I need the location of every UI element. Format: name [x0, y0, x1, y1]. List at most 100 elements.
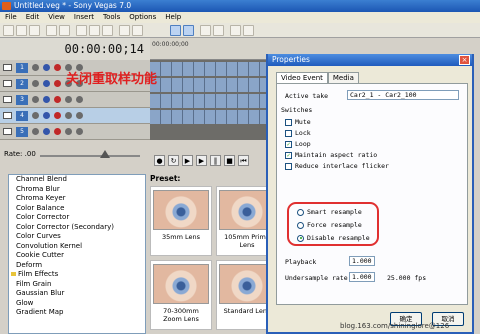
disable-resample-radio-icon[interactable] [297, 234, 304, 242]
timeline[interactable]: 00:00:00;00 [150, 38, 270, 140]
video-event[interactable] [150, 94, 270, 108]
list-item[interactable]: Cookie Cutter [9, 251, 145, 261]
list-item[interactable]: Gaussian Blur [9, 289, 145, 299]
track-motion-icon[interactable] [43, 64, 50, 71]
cut-icon[interactable] [76, 25, 87, 36]
mute-icon[interactable] [65, 96, 72, 103]
track-fx-icon[interactable] [32, 112, 39, 119]
track-motion-icon[interactable] [43, 112, 50, 119]
track-header[interactable]: 3 [0, 92, 150, 108]
loop-playback-icon[interactable]: ↻ [168, 154, 179, 166]
track-header[interactable]: 5 [0, 124, 150, 140]
close-icon[interactable]: × [459, 55, 470, 65]
open-icon[interactable] [16, 25, 27, 36]
video-fx-list[interactable]: Channel Blend Chroma Blur Chroma Keyer Colo… [8, 174, 146, 334]
mute-icon[interactable] [65, 128, 72, 135]
force-resample-radio-icon[interactable] [297, 221, 304, 229]
track-fx-icon[interactable] [32, 128, 39, 135]
list-item[interactable]: Chroma Blur [9, 185, 145, 195]
video-event[interactable] [150, 62, 270, 76]
loop-checkbox[interactable]: ✓ Loop [285, 140, 311, 148]
smart-resample-radio-icon[interactable] [297, 208, 304, 216]
track-motion-icon[interactable] [43, 128, 50, 135]
redo-icon[interactable] [132, 25, 143, 36]
menu-help[interactable]: Help [165, 12, 181, 23]
menu-options[interactable]: Options [129, 12, 156, 23]
save-icon[interactable] [29, 25, 40, 36]
track-composite-icon[interactable] [54, 80, 61, 87]
track-composite-icon[interactable] [54, 112, 61, 119]
menu-view[interactable]: View [48, 12, 65, 23]
rate-slider[interactable] [40, 155, 140, 157]
track-fx-icon[interactable] [32, 64, 39, 71]
video-event[interactable] [150, 78, 270, 92]
track-composite-icon[interactable] [54, 64, 61, 71]
menu-tools[interactable]: Tools [103, 12, 120, 23]
force-resample-radio[interactable]: Force resample [297, 221, 362, 229]
track-fx-icon[interactable] [32, 96, 39, 103]
track-header[interactable]: 4 [0, 108, 150, 124]
video-event[interactable] [150, 110, 270, 124]
list-item[interactable]: Color Balance [9, 204, 145, 214]
track-fx-icon[interactable] [32, 80, 39, 87]
record-icon[interactable]: ● [154, 154, 165, 166]
list-item[interactable]: Chroma Keyer [9, 194, 145, 204]
reduce-flicker-check-icon[interactable] [285, 162, 292, 170]
smart-resample-radio[interactable]: Smart resample [297, 208, 362, 216]
envelope-tool-icon[interactable] [243, 25, 254, 36]
ripple-edit-icon[interactable] [200, 25, 211, 36]
track-motion-icon[interactable] [43, 96, 50, 103]
solo-icon[interactable] [76, 96, 83, 103]
undersample-rate-input[interactable]: 1.000 [349, 272, 375, 282]
dialog-title-bar[interactable]: Properties × [268, 54, 472, 66]
preset-tile[interactable]: 35mm Lens [150, 186, 212, 256]
mute-icon[interactable] [65, 112, 72, 119]
render-icon[interactable] [46, 25, 57, 36]
track-motion-icon[interactable] [43, 80, 50, 87]
solo-icon[interactable] [76, 112, 83, 119]
solo-icon[interactable] [76, 128, 83, 135]
list-item[interactable]: Convolution Kernel [9, 242, 145, 252]
list-item[interactable]: Film Effects [9, 270, 145, 280]
auto-crossfade-icon[interactable] [183, 25, 194, 36]
mute-checkbox[interactable]: Mute [285, 118, 311, 126]
mute-check-icon[interactable] [285, 118, 292, 126]
time-ruler[interactable]: 00:00:00;00 [150, 38, 270, 60]
maintain-aspect-checkbox[interactable]: ✓ Maintain aspect ratio [285, 151, 377, 159]
undo-icon[interactable] [119, 25, 130, 36]
list-item[interactable]: Color Curves [9, 232, 145, 242]
play-from-start-icon[interactable]: ▶ [182, 154, 193, 166]
copy-icon[interactable] [89, 25, 100, 36]
snapping-icon[interactable] [170, 25, 181, 36]
list-item[interactable]: Gradient Map [9, 308, 145, 318]
play-icon[interactable]: ▶ [196, 154, 207, 166]
active-take-select[interactable]: Car2_1 - Car2_100 [347, 90, 459, 100]
normal-edit-tool-icon[interactable] [230, 25, 241, 36]
list-item[interactable]: Color Corrector [9, 213, 145, 223]
menu-file[interactable]: File [5, 12, 17, 23]
menu-edit[interactable]: Edit [26, 12, 40, 23]
loop-check-icon[interactable]: ✓ [285, 140, 292, 148]
pause-icon[interactable]: ‖ [210, 154, 221, 166]
track-composite-icon[interactable] [54, 96, 61, 103]
list-item[interactable]: Deform [9, 261, 145, 271]
go-to-start-icon[interactable]: ⏮ [238, 154, 249, 166]
maintain-aspect-check-icon[interactable]: ✓ [285, 151, 292, 159]
list-item[interactable]: Glow [9, 299, 145, 309]
track-composite-icon[interactable] [54, 128, 61, 135]
list-item[interactable]: Film Grain [9, 280, 145, 290]
list-item[interactable]: Channel Blend [9, 175, 145, 185]
stop-icon[interactable]: ■ [224, 154, 235, 166]
reduce-flicker-checkbox[interactable]: Reduce interlace flicker [285, 162, 389, 170]
properties-icon[interactable] [59, 25, 70, 36]
lock-check-icon[interactable] [285, 129, 292, 137]
menu-insert[interactable]: Insert [74, 12, 94, 23]
playback-rate-input[interactable]: 1.000 [349, 256, 375, 266]
lock-envelopes-icon[interactable] [213, 25, 224, 36]
preset-tile[interactable]: 70-300mm Zoom Lens [150, 260, 212, 330]
lock-checkbox[interactable]: Lock [285, 129, 311, 137]
rate-slider-thumb-icon[interactable] [100, 150, 110, 158]
tab-media[interactable]: Media [327, 72, 359, 83]
paste-icon[interactable] [102, 25, 113, 36]
list-item[interactable]: Color Corrector (Secondary) [9, 223, 145, 233]
